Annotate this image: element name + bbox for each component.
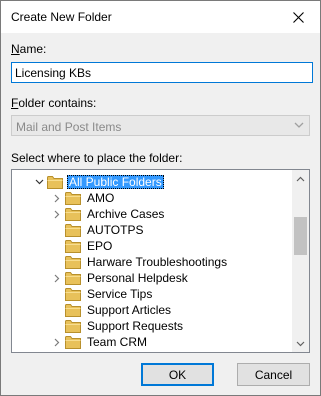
close-icon: [292, 11, 304, 23]
tree-item[interactable]: AUTOTPS: [51, 222, 145, 238]
tree-item[interactable]: Support Requests: [51, 318, 185, 334]
scroll-thumb[interactable]: [294, 217, 307, 255]
tree-item[interactable]: Team CRM: [51, 334, 149, 350]
tree-item-label: EPO: [87, 239, 113, 253]
name-label: Name:: [11, 42, 47, 56]
folder-icon: [65, 240, 81, 253]
tree-item[interactable]: Support Articles: [51, 302, 173, 318]
tree-item-label: Archive Cases: [87, 207, 165, 221]
tree-item-label: Support Articles: [87, 303, 172, 317]
chevron-right-icon[interactable]: [51, 206, 63, 222]
folder-icon: [65, 336, 81, 349]
chevron-up-icon: [296, 176, 305, 181]
chevron-right-icon[interactable]: [51, 270, 63, 286]
folder-icon: [65, 320, 81, 333]
folder-contains-label: Folder contains:: [11, 96, 97, 110]
tree-item-label: Harware Troubleshootings: [87, 255, 228, 269]
chevron-right-icon[interactable]: [51, 190, 63, 206]
tree-item[interactable]: AMO: [51, 190, 116, 206]
tree-item[interactable]: Personal Helpdesk: [51, 270, 190, 286]
folder-tree[interactable]: All Public Folders AMO Archive Cases AUTOT…: [11, 169, 310, 353]
folder-icon: [47, 176, 63, 189]
folder-icon: [65, 192, 81, 205]
tree-item[interactable]: EPO: [51, 238, 114, 254]
tree-item-label: Service Tips: [87, 287, 153, 301]
dialog-title: Create New Folder: [11, 10, 112, 24]
tree-item-label: AUTOTPS: [87, 223, 144, 237]
expanded-chevron-icon[interactable]: [33, 174, 45, 190]
chevron-right-icon[interactable]: [51, 334, 63, 350]
chevron-down-icon: [296, 341, 305, 346]
folder-icon: [65, 256, 81, 269]
folder-icon: [65, 208, 81, 221]
tree-scrollbar[interactable]: [292, 170, 309, 352]
name-input[interactable]: [11, 62, 313, 83]
cancel-button[interactable]: Cancel: [237, 363, 310, 386]
tree-item[interactable]: Harware Troubleshootings: [51, 254, 229, 270]
scroll-up-button[interactable]: [292, 170, 309, 187]
tree-item-label: All Public Folders: [67, 175, 164, 189]
folder-icon: [65, 288, 81, 301]
tree-item[interactable]: Archive Cases: [51, 206, 166, 222]
folder-icon: [65, 304, 81, 317]
tree-item-all-public-folders[interactable]: All Public Folders: [33, 174, 164, 190]
folder-contains-select[interactable]: Mail and Post Items: [11, 115, 310, 136]
folder-contains-value: Mail and Post Items: [16, 120, 122, 134]
folder-icon: [65, 272, 81, 285]
tree-item-label: AMO: [87, 191, 115, 205]
tree-item-label: Personal Helpdesk: [87, 271, 188, 285]
tree-item[interactable]: Service Tips: [51, 286, 154, 302]
close-button[interactable]: [276, 1, 320, 33]
chevron-down-icon: [294, 122, 304, 128]
tree-item-label: Support Requests: [87, 319, 184, 333]
scroll-down-button[interactable]: [292, 335, 309, 352]
folder-icon: [65, 224, 81, 237]
ok-button[interactable]: OK: [141, 363, 214, 386]
tree-item-label: Team CRM: [87, 335, 148, 349]
select-location-label: Select where to place the folder:: [11, 151, 183, 165]
create-new-folder-dialog: Create New Folder Name: Folder contains:…: [0, 0, 321, 396]
title-bar: Create New Folder: [1, 1, 320, 33]
